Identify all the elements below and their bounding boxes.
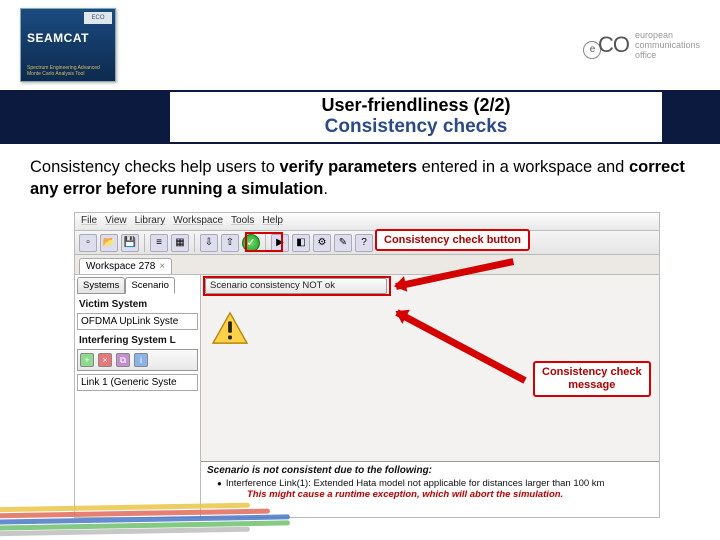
chart-icon[interactable]: ◧ — [292, 234, 310, 252]
workspace-tabs: Workspace 278 × — [75, 255, 659, 275]
callout-consistency-button: Consistency check button — [375, 229, 530, 251]
batch-icon[interactable]: ▦ — [171, 234, 189, 252]
victim-field[interactable]: OFDMA UpLink Syste — [77, 313, 198, 330]
menu-file[interactable]: File — [81, 215, 97, 228]
inconsistency-line: Interference Link(1): Extended Hata mode… — [217, 478, 653, 489]
close-icon[interactable]: × — [159, 261, 165, 272]
workspace-tab[interactable]: Workspace 278 × — [79, 258, 172, 274]
toolbar-separator — [144, 234, 145, 252]
warning-icon — [211, 311, 249, 345]
link-toolbar: + × ⧉ i — [77, 349, 198, 371]
title-bar: User-friendliness (2/2) Consistency chec… — [0, 90, 720, 144]
toolbar: ▫ 📂 💾 ≡ ▦ ⇩ ⇧ ✓ ▶ ◧ ⚙ ✎ ? — [75, 231, 659, 255]
open-icon[interactable]: 📂 — [100, 234, 118, 252]
seamcat-wordmark: SEAMCAT — [27, 31, 89, 45]
menu-library[interactable]: Library — [135, 215, 166, 228]
save-icon[interactable]: 💾 — [121, 234, 139, 252]
menu-view[interactable]: View — [105, 215, 127, 228]
title-box: User-friendliness (2/2) Consistency chec… — [170, 92, 662, 142]
help-icon[interactable]: ? — [355, 234, 373, 252]
work-area: Systems Scenario Victim System OFDMA UpL… — [75, 275, 659, 517]
remove-icon[interactable]: × — [98, 353, 112, 367]
inconsistency-panel: Scenario is not consistent due to the fo… — [201, 461, 659, 517]
left-panel: Systems Scenario Victim System OFDMA UpL… — [75, 275, 201, 517]
eco-line2: communications — [635, 40, 700, 50]
report-icon[interactable]: ✎ — [334, 234, 352, 252]
menu-tools[interactable]: Tools — [231, 215, 254, 228]
inconsistency-warning: This might cause a runtime exception, wh… — [247, 489, 653, 500]
highlight-consistency-message — [203, 276, 391, 296]
seamcat-eco-badge: ECO — [84, 12, 112, 24]
menubar: File View Library Workspace Tools Help — [75, 213, 659, 231]
add-icon[interactable]: + — [80, 353, 94, 367]
body-t2: entered in a workspace and — [417, 158, 629, 176]
duplicate-icon[interactable]: ⧉ — [116, 353, 130, 367]
sub-tabs: Systems Scenario — [77, 277, 198, 294]
title-line2: Consistency checks — [170, 116, 662, 138]
eco-text: european communications office — [635, 30, 700, 60]
seamcat-logo: ECO SEAMCAT Spectrum Engineering Advance… — [20, 8, 116, 82]
victim-header: Victim System — [79, 299, 198, 310]
menu-help[interactable]: Help — [262, 215, 283, 228]
toolbar-separator — [194, 234, 195, 252]
eco-logo: eecoCO european communications office — [583, 30, 700, 60]
slide-header: ECO SEAMCAT Spectrum Engineering Advance… — [0, 0, 720, 90]
import-icon[interactable]: ⇩ — [200, 234, 218, 252]
new-icon[interactable]: ▫ — [79, 234, 97, 252]
arrow-to-message — [395, 309, 526, 383]
tab-systems[interactable]: Systems — [77, 277, 125, 294]
workspace-tab-label: Workspace 278 — [86, 261, 155, 272]
body-t1: Consistency checks help users to — [30, 158, 279, 176]
info-icon[interactable]: i — [134, 353, 148, 367]
settings-icon[interactable]: ⚙ — [313, 234, 331, 252]
callout-message-l1: Consistency check — [542, 366, 642, 379]
seamcat-blurb: Spectrum Engineering Advanced Monte Carl… — [27, 65, 107, 77]
link-field[interactable]: Link 1 (Generic Syste — [77, 374, 198, 391]
callout-consistency-message: Consistency check message — [533, 361, 651, 397]
tab-scenario[interactable]: Scenario — [125, 277, 175, 294]
right-area: Scenario consistency NOT ok Consistency … — [201, 275, 659, 517]
workspace-icon[interactable]: ≡ — [150, 234, 168, 252]
callout-message-l2: message — [542, 379, 642, 392]
body-paragraph: Consistency checks help users to verify … — [0, 144, 720, 208]
body-b1: verify parameters — [279, 158, 417, 176]
menu-workspace[interactable]: Workspace — [173, 215, 223, 228]
eco-line3: office — [635, 50, 700, 60]
export-icon[interactable]: ⇧ — [221, 234, 239, 252]
app-screenshot: File View Library Workspace Tools Help ▫… — [74, 212, 660, 518]
inconsistency-header: Scenario is not consistent due to the fo… — [207, 465, 653, 476]
title-line1: User-friendliness (2/2) — [170, 95, 662, 116]
interfering-header: Interfering System L — [79, 335, 198, 346]
highlight-consistency-button — [245, 232, 283, 252]
body-t3: . — [323, 180, 328, 198]
eco-mark: eecoCO — [583, 32, 629, 59]
callout-button-label: Consistency check button — [384, 234, 521, 246]
eco-line1: european — [635, 30, 700, 40]
